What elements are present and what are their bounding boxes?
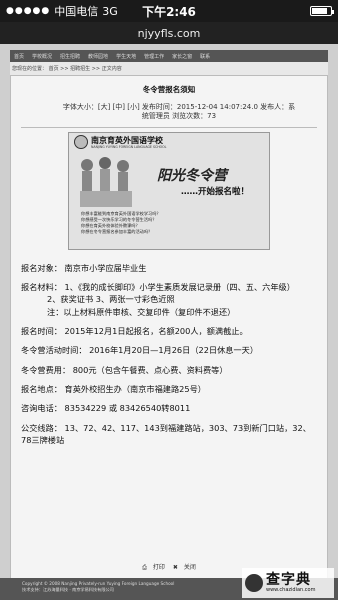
line-camp-time: 冬令营活动时间： 2016年1月20日—1月26日（22日休息一天） (21, 345, 259, 356)
battery-icon (310, 6, 334, 16)
line-bus: 公交线路： 13、72、42、117、143到福建路站，303、73到新门口站，… (21, 422, 311, 445)
poster-slogan: 阳光冬令营 (157, 167, 227, 184)
nav-item-recruit[interactable]: 招生招聘 (60, 53, 80, 60)
line-time: 报名时间： 2015年12月1日起报名，名额200人，额满截止。 (21, 326, 248, 337)
mortarboard-icon (245, 574, 263, 592)
article-meta: 字体大小：[大] [中] [小] 发布时间：2015-12-04 14:07:2… (41, 103, 317, 122)
web-page: 首页 学校概况 招生招聘 教师园地 学生天地 管理工作 家长之窗 联系 您现在的… (0, 44, 338, 600)
line-location: 报名地点： 育英外校招生办（南京市福建路25号） (21, 383, 206, 394)
school-logo-icon (74, 134, 88, 149)
nav-item-about[interactable]: 学校概况 (32, 53, 52, 60)
poster-image: 南京育英外国语学校 NANJING YUYING FOREIGN LANGUAG… (68, 131, 270, 250)
watermark: 查字典 www.chazidian.com (242, 568, 334, 598)
print-icon: ⎙ (142, 564, 147, 571)
close-icon: ✖ (172, 564, 178, 571)
breadcrumb: 您现在的位置： 首页 >> 招聘招生 >> 正文内容 (10, 62, 328, 75)
watermark-title: 查字典 (266, 572, 311, 588)
url-text: njyyfls.com (137, 26, 201, 40)
article-body: 报名对象： 南京市小学应届毕业生 报名材料： 1、《我的成长脚印》小学生素质发展… (21, 262, 317, 446)
line-phone: 咨询电话： 83534229 或 83426540转8011 (21, 403, 191, 414)
status-bar: ●●●●● 中国电信 3G 下午2:46 (0, 0, 338, 22)
poster-bullets: 你想丰富能到南京育英外国语学校学习吗？ 你想感受一次快乐学习的冬令营生活吗？ 你… (81, 211, 161, 235)
poster-bullet: 你想在冬令营报名参加丰富的活动吗？ (81, 229, 153, 235)
nav-item-management[interactable]: 管理工作 (144, 53, 164, 60)
line-target: 报名对象： 南京市小学应届毕业生 (21, 262, 147, 273)
article: 冬令营报名须知 字体大小：[大] [中] [小] 发布时间：2015-12-04… (10, 75, 328, 597)
children-illustration-icon (80, 156, 132, 207)
nav-item-contact[interactable]: 联系 (200, 53, 210, 60)
nav-item-home[interactable]: 首页 (14, 53, 24, 60)
divider (21, 126, 317, 128)
close-link[interactable]: 关闭 (184, 564, 196, 571)
print-link[interactable]: 打印 (153, 564, 165, 571)
poster-school-name-en: NANJING YUYING FOREIGN LANGUAGE SCHOOL (91, 144, 167, 149)
line-materials-2: 2、获奖证书 3、两张一寸彩色近照 (47, 294, 175, 305)
nav-item-students[interactable]: 学生天地 (116, 53, 136, 60)
poster-signup: ……开始报名啦！ (181, 186, 250, 197)
watermark-url: www.chazidian.com (266, 587, 316, 593)
meta-line-2: 统管理员 浏览次数：73 (141, 112, 217, 121)
line-fee: 冬令营费用： 800元（包含午餐费、点心费、资料费等） (21, 364, 228, 375)
nav-item-parents[interactable]: 家长之窗 (172, 53, 192, 60)
line-materials-note: 注：以上材料原件审核、交复印件（复印件不退还） (47, 306, 236, 317)
address-bar[interactable]: njyyfls.com (0, 22, 338, 44)
nav-item-teachers[interactable]: 教师园地 (88, 53, 108, 60)
clock: 下午2:46 (142, 4, 196, 19)
page-title: 冬令营报名须知 (142, 85, 196, 94)
line-materials: 报名材料： 1、《我的成长脚印》小学生素质发展记录册（四、五、六年级） (21, 282, 295, 293)
site-nav: 首页 学校概况 招生招聘 教师园地 学生天地 管理工作 家长之窗 联系 (10, 50, 328, 62)
